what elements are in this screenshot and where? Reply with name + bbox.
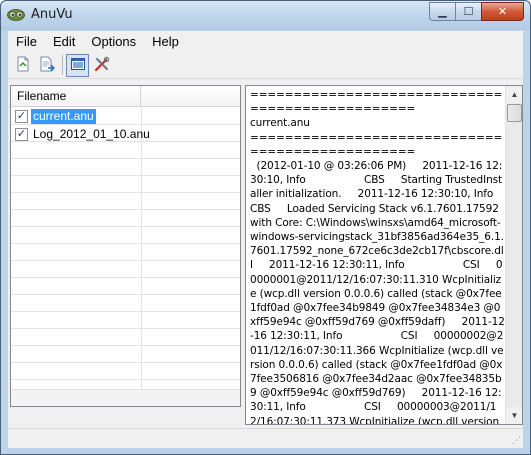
file-list-header: Filename <box>11 86 240 107</box>
close-icon: ✕ <box>497 6 508 18</box>
minimize-button[interactable]: ▁ <box>429 2 455 21</box>
grid-line <box>11 210 240 227</box>
vertical-scrollbar[interactable]: ▲ ▼ <box>505 86 522 424</box>
log-text-panel[interactable]: ========================================… <box>245 85 523 425</box>
menu-options[interactable]: Options <box>83 31 144 52</box>
grid-line <box>11 346 240 363</box>
file-name[interactable]: current.anu <box>31 109 96 124</box>
grid-line <box>11 176 240 193</box>
scroll-up-icon[interactable]: ▲ <box>506 86 522 103</box>
view-toggle-button[interactable] <box>66 53 89 77</box>
scroll-down-icon[interactable]: ▼ <box>506 407 522 424</box>
file-row-current[interactable]: ✓ current.anu <box>11 108 240 125</box>
grid-line <box>11 329 240 346</box>
grid-line <box>11 363 240 380</box>
grid-line <box>11 278 240 295</box>
grid-line <box>11 142 240 159</box>
file-row-log[interactable]: ✓ Log_2012_01_10.anu <box>11 126 240 143</box>
settings-button[interactable] <box>90 54 113 77</box>
column-header-blank[interactable] <box>141 86 240 107</box>
title-bar[interactable]: AnuVu ▁ ☐ ✕ <box>1 1 530 30</box>
window-title: AnuVu <box>31 7 73 22</box>
minimize-icon: ▁ <box>438 6 447 18</box>
resize-grip-icon[interactable]: ⋰ <box>512 435 521 446</box>
horizontal-scrollbar[interactable] <box>11 389 240 406</box>
file-list-grid <box>11 108 240 397</box>
file-list-panel[interactable]: Filename ✓ current.anu ✓ Log_2012_01_10.… <box>10 85 241 407</box>
export-button[interactable] <box>35 54 58 77</box>
client-area: Filename ✓ current.anu ✓ Log_2012_01_10.… <box>8 79 523 448</box>
file-checkbox[interactable]: ✓ <box>15 110 28 123</box>
settings-tools-icon <box>94 56 110 75</box>
menu-edit[interactable]: Edit <box>45 31 83 52</box>
app-logo-icon <box>7 7 25 21</box>
file-checkbox[interactable]: ✓ <box>15 128 28 141</box>
grid-line <box>11 261 240 278</box>
log-text[interactable]: ========================================… <box>250 88 506 424</box>
grid-line <box>11 244 240 261</box>
app-window: AnuVu ▁ ☐ ✕ File Edit Options Help Filen… <box>0 0 531 455</box>
menu-bar: File Edit Options Help <box>8 31 523 52</box>
open-document-icon <box>15 56 31 75</box>
status-bar: ⋰ <box>8 428 523 448</box>
window-view-icon <box>70 56 86 75</box>
grid-line <box>11 159 240 176</box>
grid-line <box>11 193 240 210</box>
open-button[interactable] <box>11 54 34 77</box>
close-button[interactable]: ✕ <box>481 2 524 21</box>
maximize-icon: ☐ <box>463 6 474 18</box>
toolbar <box>8 52 523 79</box>
column-header-filename[interactable]: Filename <box>11 86 141 107</box>
toolbar-separator <box>62 55 63 75</box>
menu-file[interactable]: File <box>8 31 45 52</box>
grid-line <box>11 295 240 312</box>
maximize-button[interactable]: ☐ <box>455 2 481 21</box>
grid-line <box>11 227 240 244</box>
export-document-icon <box>39 56 55 75</box>
file-name[interactable]: Log_2012_01_10.anu <box>31 127 152 142</box>
window-controls: ▁ ☐ ✕ <box>429 2 524 21</box>
menu-help[interactable]: Help <box>144 31 187 52</box>
grid-line <box>11 312 240 329</box>
scroll-thumb[interactable] <box>507 104 522 122</box>
